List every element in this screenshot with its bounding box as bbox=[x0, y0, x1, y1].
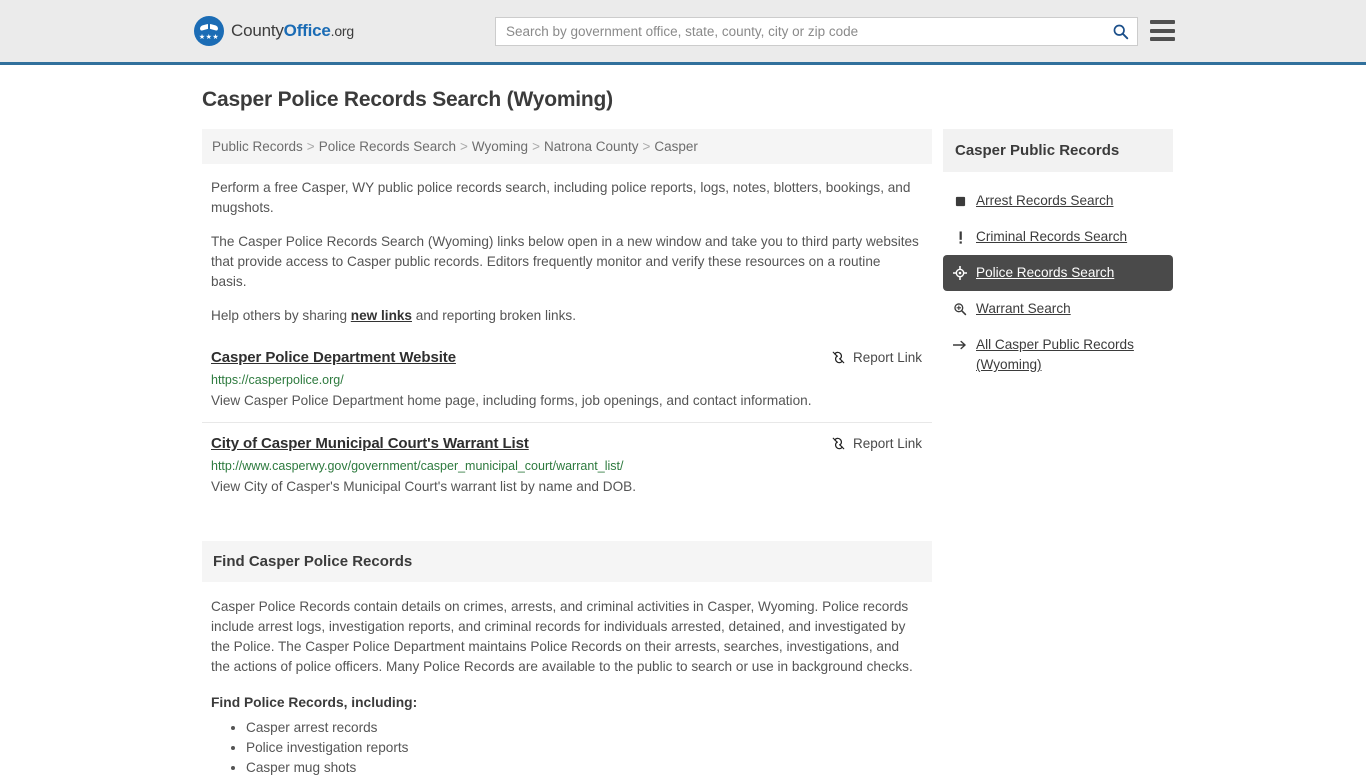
brand-text: CountyOffice.org bbox=[231, 21, 354, 41]
breadcrumb-item-2[interactable]: Wyoming bbox=[472, 139, 528, 154]
result-header: Casper Police Department Website Report … bbox=[211, 349, 932, 366]
find-records-heading: Find Casper Police Records bbox=[202, 541, 932, 582]
breadcrumb-separator: > bbox=[460, 139, 468, 154]
search-icon bbox=[1113, 24, 1128, 40]
result-item: City of Casper Municipal Court's Warrant… bbox=[202, 435, 932, 508]
list-item: Casper arrest records bbox=[246, 718, 932, 738]
brand-part-org: .org bbox=[330, 23, 355, 39]
sidebar-item-all-public-records[interactable]: All Casper Public Records (Wyoming) bbox=[943, 327, 1173, 383]
sidebar-item-label: Warrant Search bbox=[976, 301, 1071, 316]
intro-paragraph-2: The Casper Police Records Search (Wyomin… bbox=[211, 234, 919, 289]
breadcrumb-separator: > bbox=[532, 139, 540, 154]
report-link-button[interactable]: Report Link bbox=[831, 350, 922, 365]
list-item: Police investigation reports bbox=[246, 738, 932, 758]
eagle-shield-logo-icon: ★★★ bbox=[194, 16, 224, 46]
report-link-label: Report Link bbox=[852, 436, 922, 451]
find-records-bullet-list: Casper arrest records Police investigati… bbox=[202, 718, 932, 778]
breadcrumb-separator: > bbox=[306, 139, 315, 154]
intro-paragraph-1: Perform a free Casper, WY public police … bbox=[211, 180, 911, 215]
hamburger-menu-icon[interactable] bbox=[1150, 20, 1175, 41]
breadcrumb: Public Records > Police Records Search > Wyo… bbox=[202, 129, 932, 164]
result-title-link[interactable]: Casper Police Department Website bbox=[211, 349, 456, 366]
find-records-body: Casper Police Records contain details on… bbox=[211, 599, 913, 674]
results-list: Casper Police Department Website Report … bbox=[202, 349, 932, 508]
sidebar-item-label: Arrest Records Search bbox=[976, 193, 1114, 208]
sidebar-item-label: Criminal Records Search bbox=[976, 229, 1128, 244]
broken-link-icon bbox=[832, 351, 845, 364]
arrow-right-icon bbox=[953, 335, 967, 355]
main-column: Public Records > Police Records Search > Wyo… bbox=[202, 129, 932, 778]
sidebar: Casper Public Records Arrest Records Sea… bbox=[943, 129, 1173, 383]
sidebar-item-label: All Casper Public Records (Wyoming) bbox=[976, 337, 1134, 372]
result-description: View Casper Police Department home page,… bbox=[211, 393, 812, 408]
site-logo-link[interactable]: ★★★ CountyOffice.org bbox=[194, 16, 354, 46]
site-header: ★★★ CountyOffice.org bbox=[0, 0, 1366, 65]
sidebar-item-label: Police Records Search bbox=[976, 265, 1115, 280]
breadcrumb-item-1[interactable]: Police Records Search bbox=[319, 139, 456, 154]
share-text-before: Help others by sharing bbox=[211, 308, 351, 323]
brand-part-office: Office bbox=[283, 21, 331, 40]
logo-stars: ★★★ bbox=[198, 33, 220, 41]
sidebar-item-warrant-search[interactable]: Warrant Search bbox=[943, 291, 1173, 327]
search-input[interactable] bbox=[496, 18, 1103, 45]
page-title: Casper Police Records Search (Wyoming) bbox=[202, 88, 613, 111]
breadcrumb-separator: > bbox=[642, 139, 651, 154]
result-description: View City of Casper's Municipal Court's … bbox=[211, 479, 636, 494]
sidebar-item-arrest-records[interactable]: Arrest Records Search bbox=[943, 183, 1173, 219]
result-url: https://casperpolice.org/ bbox=[211, 373, 344, 387]
result-item: Casper Police Department Website Report … bbox=[202, 349, 932, 423]
result-url: http://www.casperwy.gov/government/caspe… bbox=[211, 459, 624, 473]
exclamation-icon bbox=[953, 227, 967, 247]
magnifier-plus-icon bbox=[953, 299, 967, 319]
search-button[interactable] bbox=[1103, 18, 1137, 45]
breadcrumb-item-0[interactable]: Public Records bbox=[212, 139, 303, 154]
breadcrumb-item-3[interactable]: Natrona County bbox=[544, 139, 639, 154]
share-text-after: and reporting broken links. bbox=[412, 308, 576, 323]
new-links-link[interactable]: new links bbox=[351, 308, 412, 323]
sidebar-list: Arrest Records Search Criminal Records S… bbox=[943, 183, 1173, 383]
intro-paragraph-3: Help others by sharing new links and rep… bbox=[211, 306, 919, 326]
find-records-subheading: Find Police Records, including: bbox=[211, 695, 418, 710]
list-item: Casper mug shots bbox=[246, 758, 932, 778]
report-link-label: Report Link bbox=[852, 350, 922, 365]
breadcrumb-item-4: Casper bbox=[654, 139, 698, 154]
result-title-link[interactable]: City of Casper Municipal Court's Warrant… bbox=[211, 435, 529, 452]
content-columns: Public Records > Police Records Search > Wyo… bbox=[193, 129, 1173, 778]
sidebar-item-criminal-records[interactable]: Criminal Records Search bbox=[943, 219, 1173, 255]
brand-part-county: County bbox=[231, 21, 284, 40]
broken-link-icon bbox=[832, 437, 845, 450]
filled-square-icon bbox=[953, 191, 967, 211]
sidebar-item-police-records[interactable]: Police Records Search bbox=[943, 255, 1173, 291]
sidebar-title: Casper Public Records bbox=[943, 129, 1173, 172]
crosshair-target-icon bbox=[953, 263, 967, 283]
page-container: Casper Police Records Search (Wyoming) P… bbox=[193, 65, 1173, 778]
result-header: City of Casper Municipal Court's Warrant… bbox=[211, 435, 932, 452]
report-link-button[interactable]: Report Link bbox=[831, 436, 922, 451]
search-bar[interactable] bbox=[495, 17, 1138, 46]
